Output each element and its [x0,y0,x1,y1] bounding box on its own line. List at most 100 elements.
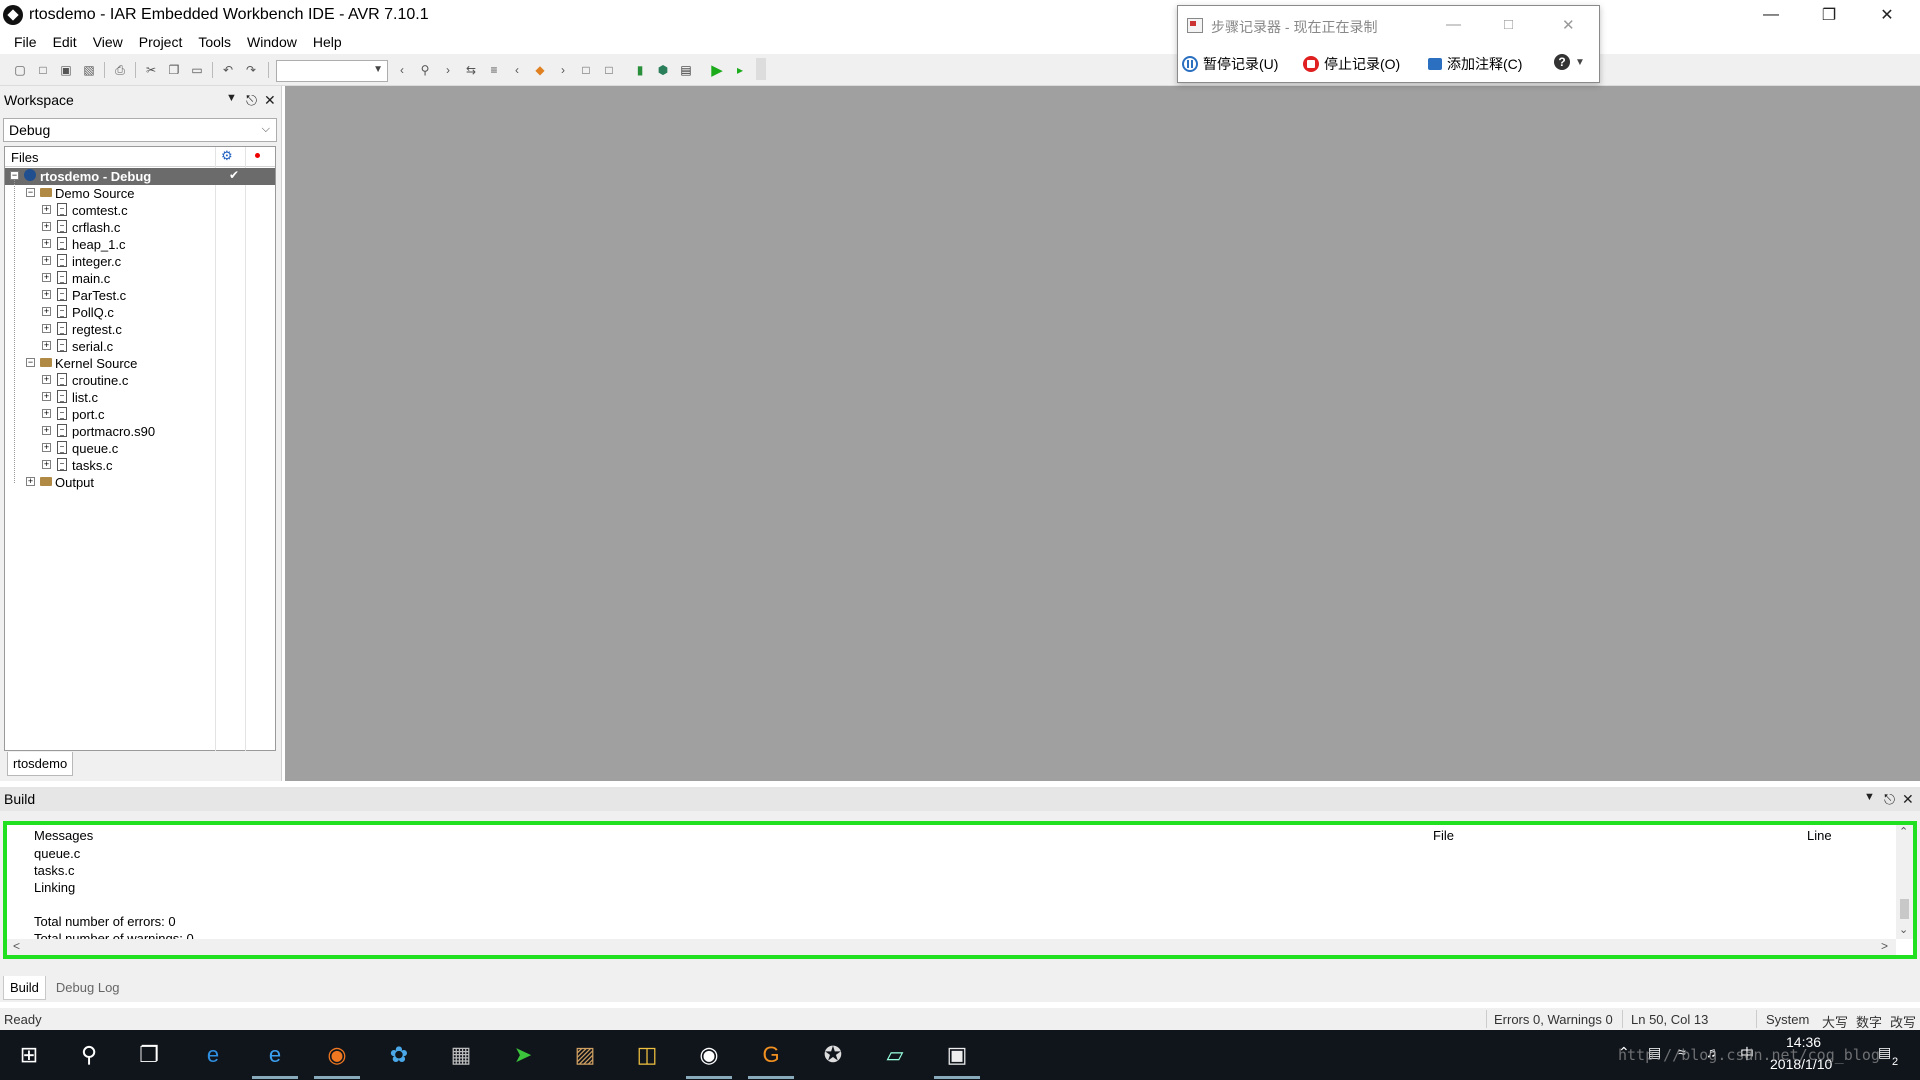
tab-build[interactable]: Build [3,976,46,1000]
find-next-icon[interactable]: › [440,62,456,78]
goto-icon[interactable]: ≡ [486,62,502,78]
menu-view[interactable]: View [85,34,131,50]
paste-icon[interactable]: ▭ [189,62,205,78]
chevron-down-icon[interactable]: ▼ [1864,791,1875,803]
tree-file[interactable]: + crflash.c [5,219,275,236]
tree-file[interactable]: + main.c [5,270,275,287]
add-comment-button[interactable]: 添加注释(C) [1428,54,1522,74]
toolbar-overflow-icon[interactable] [756,58,766,80]
toolbar-search-combo[interactable]: ▼ [276,60,388,82]
tree-project[interactable]: − rtosdemo - Debug ✔ [5,168,275,185]
iar-workbench-icon[interactable]: ◉ [686,1040,732,1079]
menu-tools[interactable]: Tools [190,34,239,50]
expand-icon[interactable]: + [42,375,51,384]
expand-icon[interactable]: + [42,307,51,316]
toggle-breakpoint-icon[interactable]: ⬢ [655,62,671,78]
build-message[interactable]: queue.c [34,845,194,862]
expand-icon[interactable]: + [26,477,35,486]
replace-icon[interactable]: ⇆ [463,62,479,78]
column-file[interactable]: File [1433,828,1454,843]
windows-start-icon[interactable]: ⊞ [14,1040,44,1070]
scroll-left-icon[interactable]: < [13,939,20,953]
expand-icon[interactable]: + [42,409,51,418]
orange-g-app-icon[interactable]: G [748,1040,794,1079]
menu-file[interactable]: File [6,34,45,50]
print-icon[interactable]: ⎙ [112,62,128,78]
debug-without-download-icon[interactable]: ▸ [732,62,748,78]
close-icon[interactable]: ✕ [264,92,276,109]
cut-icon[interactable]: ✂ [143,62,159,78]
expand-icon[interactable]: + [42,239,51,248]
new-workspace-icon[interactable]: ▢ [12,62,28,78]
tree-file[interactable]: + integer.c [5,253,275,270]
expand-icon[interactable]: + [42,290,51,299]
column-line[interactable]: Line [1807,828,1832,843]
find-icon[interactable]: ⚲ [417,62,433,78]
undo-icon[interactable]: ↶ [220,62,236,78]
scrollbar-thumb[interactable] [1900,899,1909,919]
network-tool-icon[interactable]: ✪ [818,1040,848,1070]
collapse-icon[interactable]: − [26,358,35,367]
task-view-icon[interactable]: ❐ [134,1040,164,1070]
chevron-down-icon[interactable]: ▼ [226,92,237,104]
compile-icon[interactable]: □ [578,62,594,78]
column-messages[interactable]: Messages [34,828,93,843]
tree-file[interactable]: + croutine.c [5,372,275,389]
next-bookmark-icon[interactable]: › [555,62,571,78]
toggle-bookmark-icon[interactable]: ◆ [532,62,548,78]
collapse-icon[interactable]: − [26,188,35,197]
expand-icon[interactable]: + [42,324,51,333]
pin-icon[interactable]: ⎋ [246,92,257,109]
build-message[interactable] [34,896,194,913]
tree-file[interactable]: + port.c [5,406,275,423]
tree-file[interactable]: + regtest.c [5,321,275,338]
build-options-icon[interactable]: ▤ [678,62,694,78]
collapse-icon[interactable]: − [10,171,19,180]
expand-icon[interactable]: + [42,273,51,282]
pin-icon[interactable]: ⎋ [1884,791,1895,808]
tree-file[interactable]: + comtest.c [5,202,275,219]
steps-recorder-icon[interactable]: ▣ [934,1040,980,1079]
expand-icon[interactable]: + [42,443,51,452]
download-debug-icon[interactable]: ▶ [709,62,725,79]
save-all-icon[interactable]: ▧ [81,62,97,78]
redo-icon[interactable]: ↷ [243,62,259,78]
gear-icon[interactable]: ⚙ [221,148,233,164]
tree-file[interactable]: + serial.c [5,338,275,355]
expand-icon[interactable]: + [42,426,51,435]
tree-file[interactable]: + heap_1.c [5,236,275,253]
navigate-back-icon[interactable]: ‹ [394,62,410,78]
maximize-icon[interactable]: □ [1504,16,1513,33]
edge-browser-icon[interactable]: e [198,1040,228,1070]
tree-file[interactable]: + portmacro.s90 [5,423,275,440]
file-explorer-icon[interactable]: ◫ [632,1040,662,1070]
scroll-down-icon[interactable]: ⌄ [1899,923,1908,936]
search-icon[interactable]: ⚲ [74,1040,104,1070]
expand-icon[interactable]: + [42,460,51,469]
menu-edit[interactable]: Edit [45,34,85,50]
internet-explorer-icon[interactable]: e [252,1040,298,1079]
menu-project[interactable]: Project [131,34,191,50]
tree-file[interactable]: + tasks.c [5,457,275,474]
expand-icon[interactable]: + [42,341,51,350]
menu-window[interactable]: Window [239,34,305,50]
help-button[interactable]: ? ▼ [1554,54,1585,70]
chip-tool-icon[interactable]: ▦ [446,1040,476,1070]
tree-file[interactable]: + ParTest.c [5,287,275,304]
close-icon[interactable]: ✕ [1858,0,1916,30]
save-icon[interactable]: ▣ [58,62,74,78]
vertical-scrollbar[interactable]: ⌃ ⌄ [1896,825,1913,939]
stop-build-icon[interactable]: ▮ [632,62,648,78]
tree-file[interactable]: + PollQ.c [5,304,275,321]
notepad-icon[interactable]: ▱ [880,1040,910,1070]
close-icon[interactable]: ✕ [1562,16,1575,34]
workspace-tab[interactable]: rtosdemo [7,752,73,776]
expand-icon[interactable]: + [42,205,51,214]
prev-bookmark-icon[interactable]: ‹ [509,62,525,78]
green-arrow-app-icon[interactable]: ➤ [508,1040,538,1070]
tree-group[interactable]: − Kernel Source [5,355,275,372]
tree-group[interactable]: − Demo Source [5,185,275,202]
menu-help[interactable]: Help [305,34,350,50]
firefox-icon[interactable]: ◉ [314,1040,360,1079]
tab-debug-log[interactable]: Debug Log [50,976,126,1000]
